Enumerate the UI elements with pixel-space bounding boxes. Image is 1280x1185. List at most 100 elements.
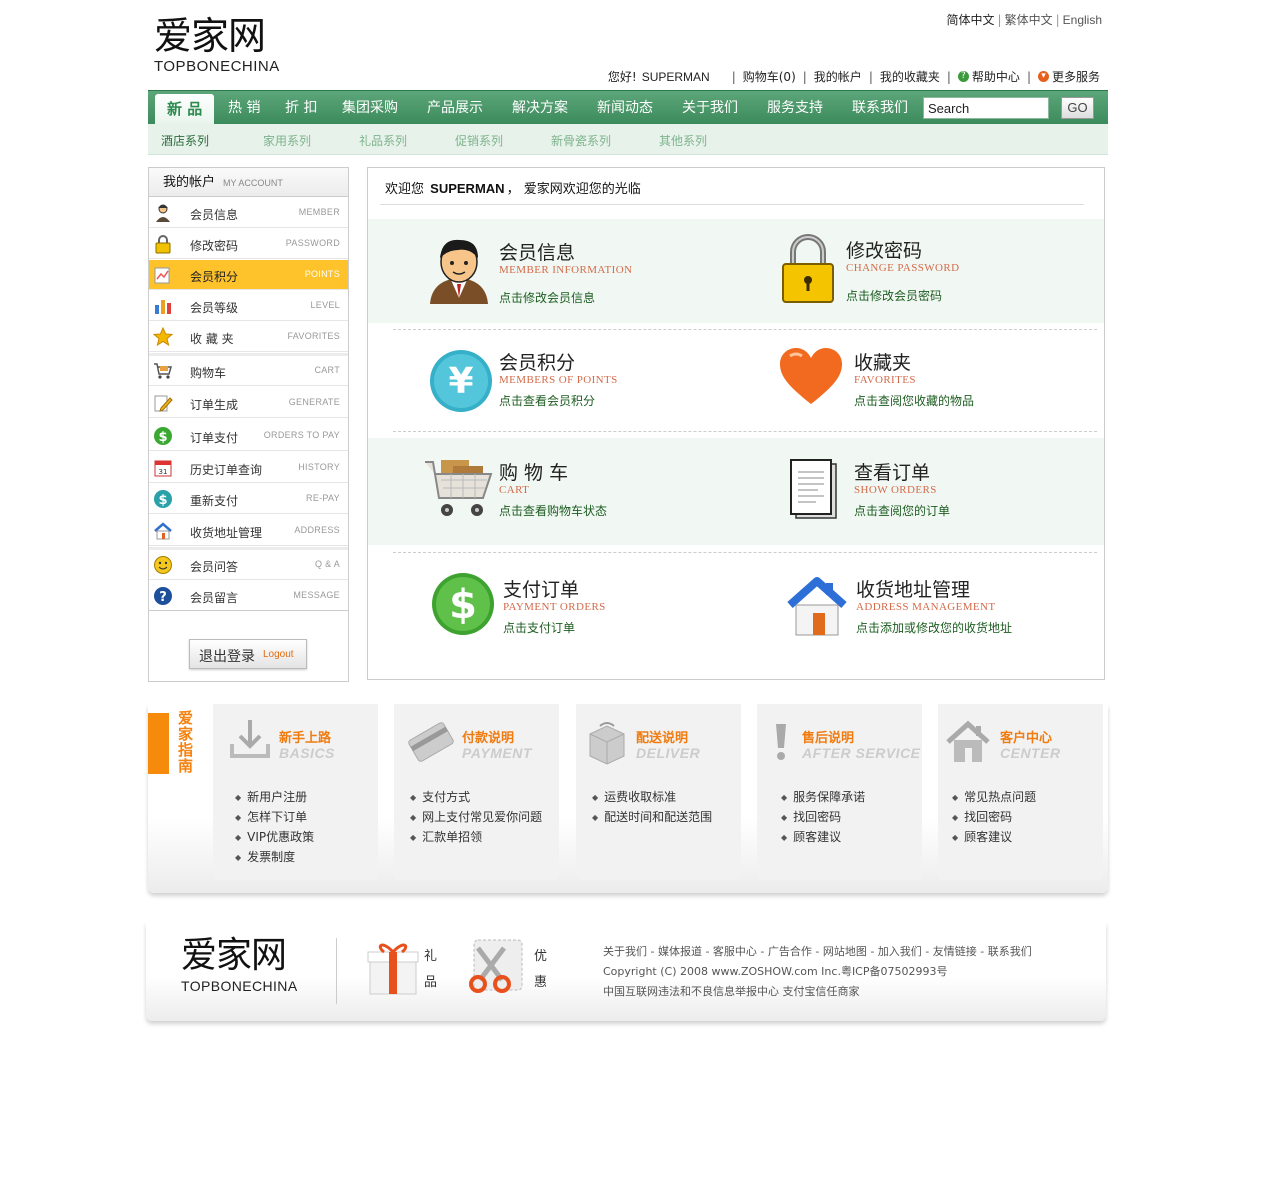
welcome-post: ， 爱家网欢迎您的光临 [506, 182, 641, 197]
top-links: 您好! SUPERMAN | 购物车(0) | 我的帐户 | 我的收藏夹 | ?… [607, 68, 1100, 85]
guide-link[interactable]: 运费收取标准 [592, 788, 712, 808]
cart-link[interactable]: 购物车(0) [743, 68, 796, 85]
shopping-guide: 爱家指南 新手上路 BASICS 新用户注册 怎样下订单 VIP优惠政策 发票制… [148, 704, 1108, 893]
svg-text:$: $ [158, 430, 167, 445]
guide-link[interactable]: 服务保障承诺 [781, 788, 865, 808]
lang-traditional-link[interactable]: 繁体中文 [1005, 13, 1053, 27]
search-go-button[interactable]: GO [1061, 97, 1094, 119]
exclamation-icon [776, 724, 786, 760]
guide-link[interactable]: 怎样下订单 [235, 808, 314, 828]
sidebar-item-address[interactable]: 收货地址管理 ADDRESS [149, 516, 348, 546]
subnav-hotel[interactable]: 酒店系列 [161, 132, 209, 149]
nav-item-hot[interactable]: 热 销 [228, 91, 260, 125]
sidebar-item-message[interactable]: ? 会员留言 MESSAGE [149, 581, 348, 611]
guide-tab-marker [148, 713, 169, 774]
bar-chart-icon [155, 300, 171, 314]
subnav-home[interactable]: 家用系列 [263, 132, 311, 149]
guide-link[interactable]: 发票制度 [235, 848, 314, 868]
card-link[interactable]: 点击查阅您收藏的物品 [854, 392, 974, 409]
sidebar-item-cart[interactable]: 购物车 CART [149, 356, 348, 386]
nav-item-contact[interactable]: 联系我们 [852, 91, 908, 125]
nav-item-solutions[interactable]: 解决方案 [512, 91, 568, 125]
card-link[interactable]: 点击修改会员信息 [499, 289, 595, 306]
guide-link[interactable]: VIP优惠政策 [235, 828, 314, 848]
nav-item-products[interactable]: 产品展示 [427, 91, 483, 125]
username-text: SUPERMAN [641, 69, 710, 84]
sidebar-item-member[interactable]: 会员信息 MEMBER [149, 198, 348, 228]
my-favorites-link[interactable]: 我的收藏夹 [880, 68, 940, 85]
guide-link[interactable]: 网上支付常见爱你问题 [410, 808, 542, 828]
lang-english-link[interactable]: English [1063, 13, 1102, 27]
sidebar-item-repay[interactable]: $ 重新支付 RE-PAY [149, 484, 348, 514]
card-link[interactable]: 点击支付订单 [503, 619, 575, 636]
cart-icon [154, 363, 172, 379]
sidebar-item-points[interactable]: 会员积分 POINTS [149, 260, 348, 290]
subnav-promo[interactable]: 促销系列 [455, 132, 503, 149]
guide-box-center: 客户中心 CENTER 常见热点问题 找回密码 顾客建议 [938, 704, 1103, 880]
subnav-other[interactable]: 其他系列 [659, 132, 707, 149]
card-title-en: ADDRESS MANAGEMENT [856, 601, 996, 613]
subnav-bone-china[interactable]: 新骨瓷系列 [551, 132, 611, 149]
points-icon [154, 267, 170, 284]
padlock-icon [782, 234, 834, 303]
guide-link[interactable]: 配送时间和配送范围 [592, 808, 712, 828]
sidebar-item-qa[interactable]: 会员问答 Q & A [149, 550, 348, 580]
card-link[interactable]: 点击查阅您的订单 [854, 502, 950, 519]
sidebar-item-label: 会员等级 [190, 301, 239, 315]
guide-link[interactable]: 新用户注册 [235, 788, 314, 808]
sidebar-item-en: RE-PAY [306, 493, 340, 503]
guide-link[interactable]: 支付方式 [410, 788, 542, 808]
sidebar-item-password[interactable]: 修改密码 PASSWORD [149, 229, 348, 259]
question-icon: ? [154, 587, 172, 605]
sidebar-item-label: 重新支付 [190, 494, 239, 508]
sidebar-item-history[interactable]: 31 历史订单查询 HISTORY [149, 453, 348, 483]
nav-item-discount[interactable]: 折 扣 [285, 91, 317, 125]
sidebar-item-pay[interactable]: $ 订单支付 ORDERS TO PAY [149, 421, 348, 451]
more-services-link[interactable]: 更多服务 [1052, 68, 1100, 85]
lang-simplified-link[interactable]: 简体中文 [947, 13, 995, 27]
site-logo[interactable]: 爱家网 TOPBONECHINA [154, 14, 280, 75]
dollar-icon: $ [154, 427, 172, 445]
sidebar-item-generate[interactable]: 订单生成 GENERATE [149, 388, 348, 418]
card-link[interactable]: 点击查看会员积分 [499, 392, 595, 409]
footer-logo[interactable]: 爱家网 TOPBONECHINA [181, 934, 298, 994]
svg-text:31: 31 [159, 468, 168, 476]
nav-item-about[interactable]: 关于我们 [682, 91, 738, 125]
guide-link[interactable]: 汇款单招领 [410, 828, 542, 848]
help-center-link[interactable]: 帮助中心 [972, 68, 1020, 85]
discount-link[interactable]: 优惠 [534, 944, 548, 996]
guide-link[interactable]: 常见热点问题 [952, 788, 1036, 808]
guide-link[interactable]: 找回密码 [952, 808, 1036, 828]
nav-item-support[interactable]: 服务支持 [767, 91, 823, 125]
card-link[interactable]: 点击修改会员密码 [846, 287, 942, 304]
search-input[interactable] [923, 97, 1049, 119]
logout-button[interactable]: 退出登录 Logout [189, 639, 307, 669]
sidebar-item-level[interactable]: 会员等级 LEVEL [149, 291, 348, 321]
card-link[interactable]: 点击添加或修改您的收货地址 [856, 619, 1012, 636]
sidebar-item-favorites[interactable]: 收 藏 夹 FAVORITES [149, 322, 348, 352]
card-title: 会员积分 [499, 352, 576, 374]
my-account-link[interactable]: 我的帐户 [814, 68, 862, 85]
gift-icon [367, 943, 419, 995]
guide-link[interactable]: 找回密码 [781, 808, 865, 828]
guide-link[interactable]: 顾客建议 [952, 828, 1036, 848]
guide-list: 运费收取标准 配送时间和配送范围 [592, 788, 712, 828]
footer-links[interactable]: 关于我们 - 媒体报道 - 客服中心 - 广告合作 - 网站地图 - 加入我们 … [603, 942, 1032, 962]
sidebar-item-en: POINTS [304, 269, 340, 279]
nav-item-group-purchase[interactable]: 集团采购 [342, 91, 398, 125]
sidebar-item-label: 历史订单查询 [190, 463, 263, 477]
sidebar-item-en: FAVORITES [287, 331, 340, 341]
logo-text-en: TOPBONECHINA [154, 58, 280, 75]
card-link[interactable]: 点击查看购物车状态 [499, 502, 607, 519]
nav-item-news[interactable]: 新闻动态 [597, 91, 653, 125]
star-icon [153, 327, 173, 347]
document-icon [790, 459, 837, 519]
divider [380, 204, 1084, 205]
subnav-gift[interactable]: 礼品系列 [359, 132, 407, 149]
footer-notice[interactable]: 中国互联网违法和不良信息举报中心 支付宝信任商家 [603, 982, 1032, 1002]
nav-item-new[interactable]: 新 品 [155, 94, 215, 125]
sidebar-item-label: 会员问答 [190, 560, 239, 574]
gift-link[interactable]: 礼品 [424, 944, 438, 996]
guide-label: 爱家指南 [178, 709, 194, 775]
guide-link[interactable]: 顾客建议 [781, 828, 865, 848]
